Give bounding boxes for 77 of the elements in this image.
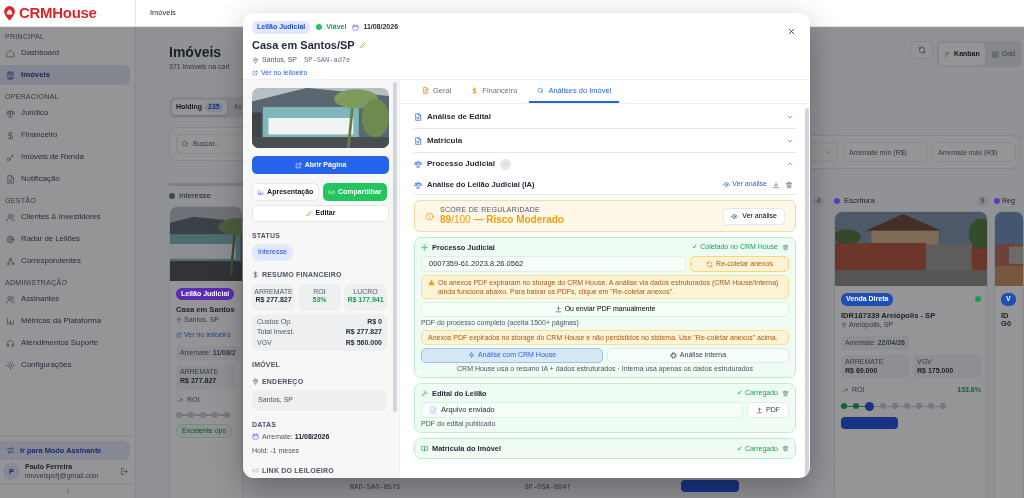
swap-icon <box>6 446 15 455</box>
trend-icon <box>841 387 848 395</box>
search-icon <box>537 87 545 94</box>
trash-icon[interactable] <box>782 445 789 453</box>
page-title: Imóveis <box>169 45 223 59</box>
chevron-up-icon <box>786 160 794 168</box>
accordion-title: Processo Judicial <box>427 158 496 170</box>
card-action-button[interactable] <box>841 416 898 429</box>
upload-icon <box>554 306 562 314</box>
trash-icon[interactable] <box>782 390 789 398</box>
building-icon <box>6 70 15 80</box>
dollar-icon <box>252 270 259 278</box>
hammer-icon <box>421 390 428 398</box>
download-icon[interactable] <box>772 180 780 189</box>
logo-icon <box>3 5 16 21</box>
chip-icon <box>669 351 677 359</box>
calendar-icon <box>352 23 360 31</box>
settings-icon <box>6 360 15 370</box>
refresh-icon <box>706 260 714 268</box>
info-icon <box>425 211 434 221</box>
document-icon <box>414 112 422 121</box>
target-icon <box>6 234 15 244</box>
document-icon <box>429 406 437 415</box>
key-icon <box>6 152 15 162</box>
accordion-title: Matrícula <box>427 134 463 147</box>
network-icon <box>6 256 15 266</box>
scale-icon <box>6 108 15 118</box>
trash-icon[interactable] <box>785 180 793 189</box>
sparkle-icon <box>467 351 475 359</box>
grid-icon <box>991 50 999 58</box>
document-icon <box>414 136 422 145</box>
pin-icon <box>841 322 847 329</box>
people-icon <box>6 212 15 222</box>
eye-icon <box>731 212 739 220</box>
accordion-title: Análise de Edital <box>427 110 492 123</box>
refresh-icon <box>917 46 926 54</box>
search-icon <box>181 139 189 148</box>
brand-name: CRMHouse <box>19 2 97 23</box>
people-icon <box>6 294 15 304</box>
accordion-header[interactable]: Matrícula <box>414 129 796 153</box>
calendar-icon <box>252 433 259 441</box>
pin-icon <box>176 316 182 323</box>
eye-icon <box>723 181 731 188</box>
external-link-icon <box>294 161 302 169</box>
trend-icon <box>176 397 183 405</box>
dollar-icon <box>471 87 479 94</box>
bar-chart-icon <box>6 316 15 326</box>
columns-icon <box>944 50 952 58</box>
pin-icon <box>252 378 259 385</box>
link-icon <box>252 466 259 474</box>
pin-icon <box>252 56 259 64</box>
clipboard-icon <box>422 87 429 94</box>
bar-chart-icon <box>257 188 265 196</box>
refresh-button[interactable] <box>910 41 934 59</box>
book-icon <box>421 445 428 453</box>
trash-icon[interactable] <box>782 244 789 251</box>
accordion-header[interactable]: Análise de Edital <box>414 105 796 129</box>
dollar-icon <box>6 130 15 140</box>
external-link-icon <box>176 332 182 339</box>
close-icon[interactable] <box>787 27 796 36</box>
dialog-title: Casa em Santos/SP <box>252 37 355 53</box>
pencil-icon[interactable] <box>358 40 367 49</box>
home-icon <box>6 48 15 58</box>
warning-icon <box>428 279 435 286</box>
headset-icon <box>6 338 15 348</box>
upload-icon <box>756 406 763 414</box>
chevron-down-icon <box>825 148 832 156</box>
accordion-header[interactable]: Processo Judicial <box>414 153 796 175</box>
card-action-button[interactable] <box>680 480 739 492</box>
logout-icon[interactable] <box>120 467 129 476</box>
external-link-icon <box>252 69 258 76</box>
pencil-icon <box>305 210 313 217</box>
document-icon <box>6 174 15 184</box>
scale-icon <box>414 180 422 189</box>
score-value: 89/100 — Risco Moderado <box>440 213 564 226</box>
scale-icon <box>414 160 422 168</box>
link-icon <box>327 188 335 196</box>
